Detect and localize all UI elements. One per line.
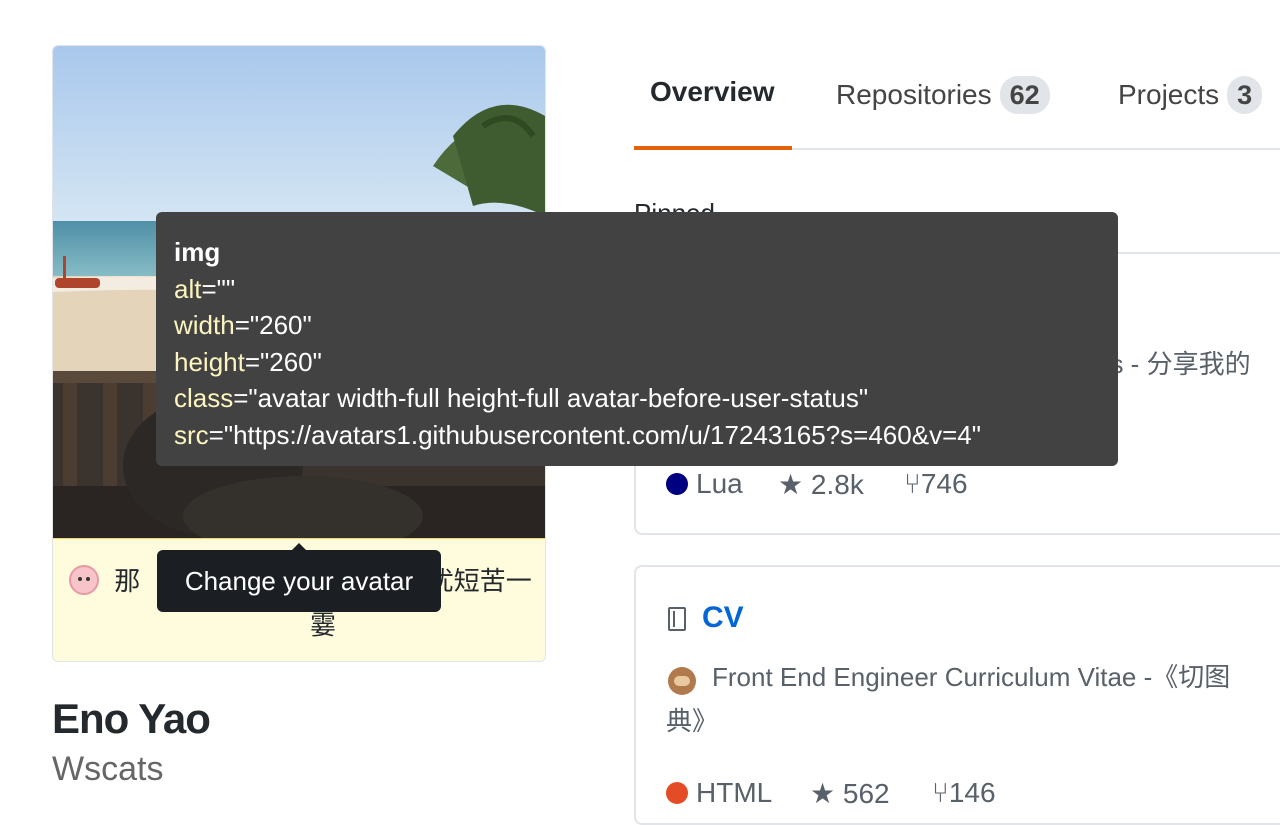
attribute-value: ="" xyxy=(201,273,236,304)
language-color-dot xyxy=(666,473,688,495)
selected-tab-indicator xyxy=(634,146,792,150)
repo-description-cont: 典》 xyxy=(666,706,719,736)
tab-label: Overview xyxy=(650,76,775,107)
profile-name: Eno Yao xyxy=(52,695,211,742)
attribute-value: ="260" xyxy=(244,346,322,377)
fork-icon: ⑂ xyxy=(932,777,949,808)
forks-count: 146 xyxy=(948,777,996,808)
tab-projects[interactable]: Projects 3 xyxy=(1118,76,1263,150)
projects-count: 3 xyxy=(1227,76,1263,114)
language-color-dot xyxy=(666,782,688,804)
change-avatar-tooltip: Change your avatar xyxy=(157,543,441,612)
tab-repositories[interactable]: Repositories 62 xyxy=(836,76,1050,150)
attribute-value: ="avatar width-full height-full avatar-b… xyxy=(233,383,869,414)
attribute-name: width xyxy=(174,310,235,341)
attribute-name: class xyxy=(174,383,234,414)
tab-label: Projects xyxy=(1118,79,1220,110)
forks-count: 746 xyxy=(920,468,968,499)
star-icon: ★ xyxy=(778,469,804,500)
pinned-repo-card[interactable]: CV Front End Engineer Curriculum Vitae -… xyxy=(634,565,1280,825)
repositories-count: 62 xyxy=(999,76,1050,114)
profile-username: Wscats xyxy=(52,750,164,788)
see-no-evil-monkey-icon xyxy=(668,667,696,695)
repo-stars-link[interactable]: ★ 2.8k xyxy=(778,468,864,501)
repo-book-icon xyxy=(668,607,686,631)
repo-description: Front End Engineer Curriculum Vitae -《切图 xyxy=(712,662,1231,692)
pig-emoji-icon xyxy=(69,565,99,595)
inspect-attribute: src="https://avatars1.githubusercontent.… xyxy=(174,417,1100,454)
inspect-tag-name: img xyxy=(174,237,221,267)
repo-language: Lua xyxy=(666,468,743,500)
tab-overview[interactable]: Overview xyxy=(650,76,775,150)
star-icon: ★ xyxy=(810,778,836,809)
attribute-name: src xyxy=(174,419,209,450)
attribute-name: height xyxy=(174,346,245,377)
stars-count: 562 xyxy=(842,778,890,809)
attribute-value: ="https://avatars1.githubusercontent.com… xyxy=(208,419,981,450)
repo-name-link[interactable]: CV xyxy=(702,601,744,635)
fork-icon: ⑂ xyxy=(904,468,921,499)
element-inspect-tooltip: img alt="" width="260" height="260" clas… xyxy=(156,212,1118,466)
stars-count: 2.8k xyxy=(810,469,864,500)
tab-label: Repositories xyxy=(836,79,992,110)
repo-forks-link[interactable]: ⑂146 xyxy=(932,777,996,809)
inspect-attribute: width="260" xyxy=(174,307,1100,344)
attribute-name: alt xyxy=(174,273,202,304)
repo-forks-link[interactable]: ⑂746 xyxy=(904,468,968,500)
repo-description: es - 分享我的 xyxy=(1096,349,1251,379)
language-name: Lua xyxy=(696,468,743,499)
inspect-attribute: height="260" xyxy=(174,344,1100,381)
attribute-value: ="260" xyxy=(234,310,312,341)
inspect-attribute: class="avatar width-full height-full ava… xyxy=(174,380,1100,417)
language-name: HTML xyxy=(696,777,773,808)
inspect-attribute: alt="" xyxy=(174,271,1100,308)
repo-language: HTML xyxy=(666,777,772,809)
repo-stars-link[interactable]: ★ 562 xyxy=(810,777,890,810)
